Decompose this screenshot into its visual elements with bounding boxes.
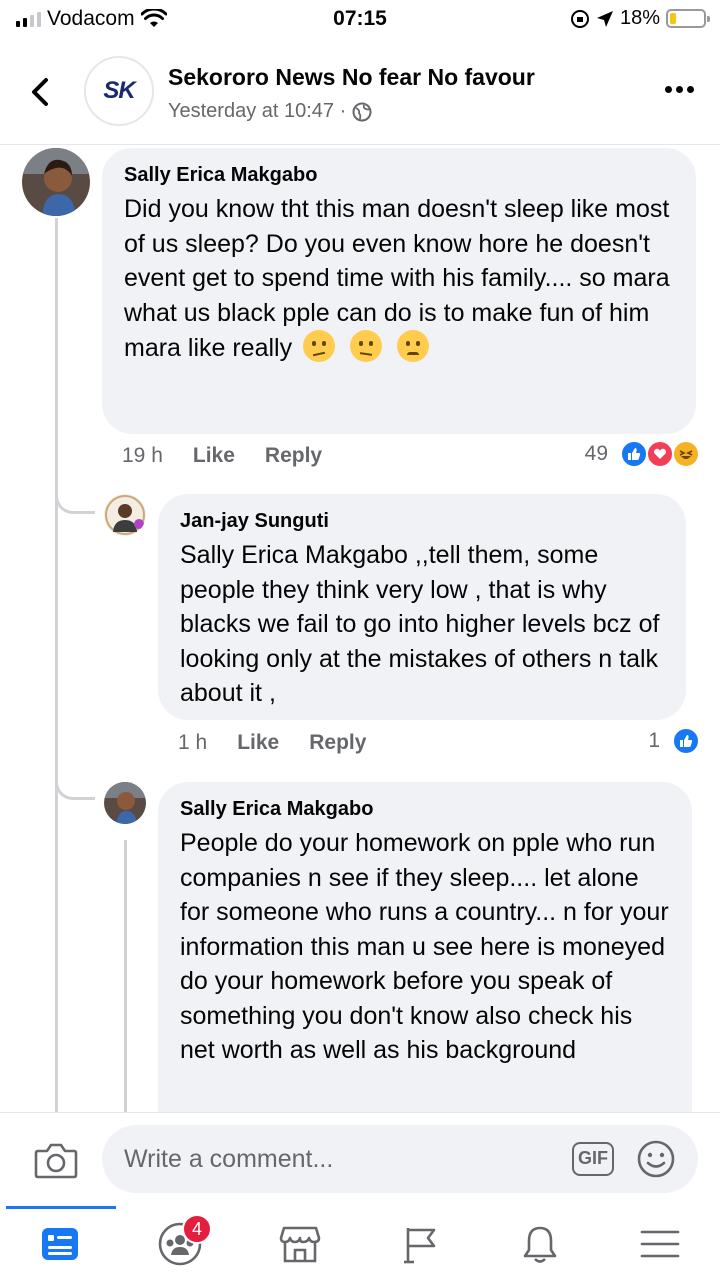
reply-button[interactable]: Reply (265, 444, 322, 468)
tab-marketplace[interactable] (276, 1220, 324, 1268)
tab-groups[interactable]: 4 (156, 1214, 212, 1268)
menu-icon (640, 1230, 680, 1258)
love-reaction-icon (646, 440, 674, 468)
battery-fill (670, 13, 676, 24)
page-title[interactable]: Sekororo News No fear No favour (168, 64, 535, 91)
reply-connector (55, 772, 95, 800)
bell-icon (523, 1226, 557, 1263)
comment-composer: Write a comment... GIF (0, 1112, 720, 1206)
comment-body: Did you know tht this man doesn't sleep … (124, 195, 670, 362)
page-logo-text: SK (103, 77, 135, 104)
page-avatar[interactable]: SK (84, 56, 154, 126)
post-timestamp: Yesterday at 10:47 · (168, 100, 347, 122)
battery-icon (666, 9, 710, 28)
comment-bubble[interactable]: Jan-jay Sunguti Sally Erica Makgabo ,,te… (158, 494, 686, 720)
tab-news-feed[interactable] (36, 1220, 84, 1268)
comment-time: 19 h (122, 444, 163, 467)
location-icon (596, 10, 613, 27)
pensive-face-icon (396, 330, 429, 362)
camera-icon[interactable] (34, 1141, 78, 1179)
battery-percent: 18% (619, 7, 660, 29)
comment-bubble[interactable]: Sally Erica Makgabo People do your homew… (158, 782, 692, 1142)
like-reaction-icon (672, 727, 700, 755)
emoji-icon[interactable] (636, 1139, 676, 1179)
reply-button[interactable]: Reply (309, 731, 366, 755)
avatar[interactable] (104, 782, 146, 824)
tab-pages[interactable] (396, 1220, 444, 1268)
active-tab-indicator (6, 1206, 116, 1209)
comment-author[interactable]: Jan-jay Sunguti (180, 508, 664, 534)
reaction-count: 49 (584, 442, 608, 465)
comment-time: 1 h (178, 731, 208, 754)
avatar[interactable] (22, 148, 90, 216)
confused-face-icon (350, 330, 383, 362)
avatar[interactable] (104, 494, 146, 536)
reaction-summary[interactable]: 1 (648, 727, 700, 755)
reaction-count: 1 (648, 729, 660, 752)
status-bar: Vodacom 07:15 18% (0, 0, 720, 40)
globe-icon (352, 102, 372, 121)
reply-connector (55, 486, 95, 514)
news-feed-icon (42, 1228, 78, 1260)
comment-bubble[interactable]: Sally Erica Makgabo Did you know tht thi… (102, 148, 696, 434)
orientation-lock-icon (570, 9, 589, 28)
comment-text: Sally Erica Makgabo ,,tell them, some pe… (180, 541, 660, 707)
comment-author[interactable]: Sally Erica Makgabo (180, 796, 670, 822)
tab-notifications[interactable] (516, 1220, 564, 1268)
tab-menu[interactable] (636, 1220, 684, 1268)
notification-badge: 4 (182, 1214, 212, 1244)
comment-actions: 1 h Like Reply (178, 731, 366, 755)
marketplace-icon (279, 1226, 321, 1263)
gif-button[interactable]: GIF (572, 1142, 614, 1176)
haha-reaction-icon (672, 440, 700, 468)
comment-text: People do your homework on pple who run … (180, 829, 669, 1064)
bottom-tab-bar: 4 (0, 1206, 720, 1280)
thread-line (55, 218, 58, 1112)
post-timestamp-row: Yesterday at 10:47 · (168, 100, 372, 123)
thinking-face-icon (303, 330, 336, 362)
comment-actions: 19 h Like Reply (122, 444, 322, 468)
like-reaction-icon (620, 440, 648, 468)
comment-author[interactable]: Sally Erica Makgabo (124, 162, 674, 188)
flag-icon (404, 1228, 436, 1264)
like-button[interactable]: Like (193, 444, 235, 468)
comment-input[interactable]: Write a comment... GIF (102, 1125, 698, 1193)
more-options-icon[interactable] (665, 86, 694, 93)
thread-line (124, 840, 127, 1112)
reaction-summary[interactable]: 49 (585, 440, 700, 468)
status-right: 18% (570, 7, 710, 30)
back-icon[interactable] (26, 72, 56, 112)
comment-input-placeholder: Write a comment... (124, 1145, 334, 1173)
post-header: SK Sekororo News No fear No favour Yeste… (0, 50, 720, 145)
comment-text: Did you know tht this man doesn't sleep … (124, 192, 674, 366)
like-button[interactable]: Like (237, 731, 279, 755)
